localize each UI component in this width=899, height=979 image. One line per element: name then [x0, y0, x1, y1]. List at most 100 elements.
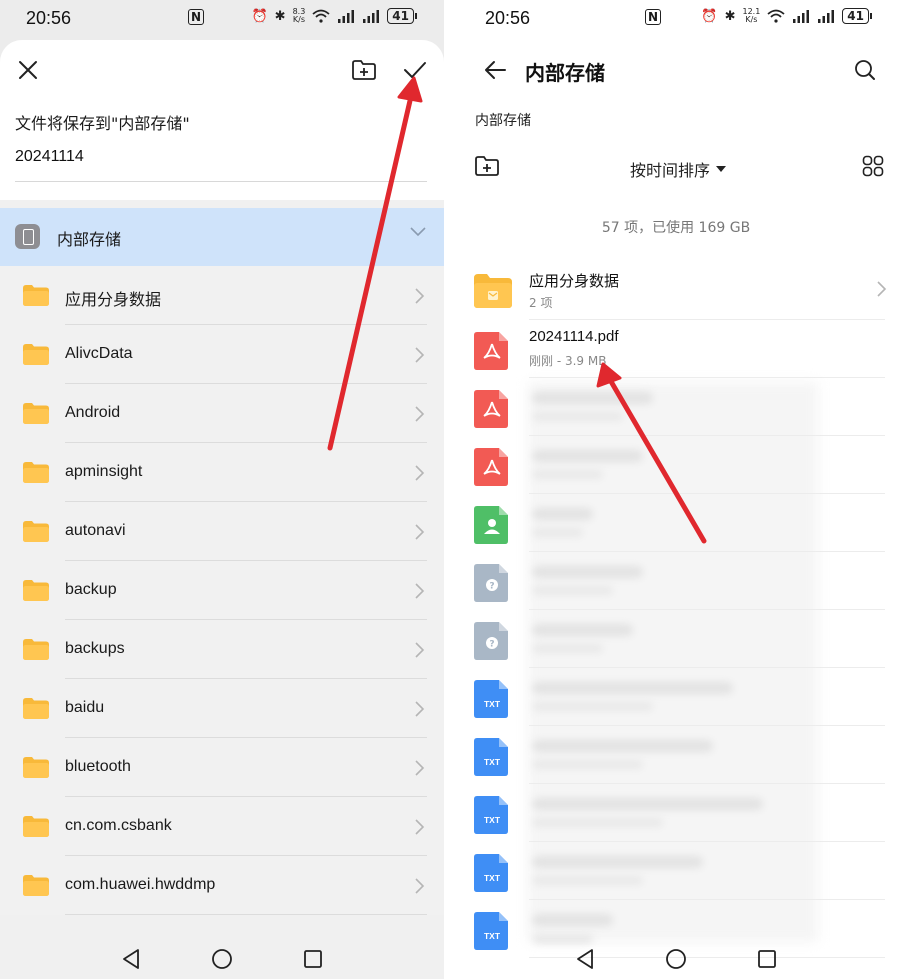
folder-icon [23, 403, 49, 424]
close-icon [19, 61, 37, 79]
status-time: 20:56 [26, 8, 72, 28]
folder-name: apminsight [65, 463, 143, 480]
folder-name: baidu [65, 699, 105, 716]
folder-icon [23, 698, 49, 719]
nav-recents-icon[interactable] [757, 949, 777, 969]
folder-row[interactable]: autonavi [0, 502, 444, 561]
folder-icon [23, 875, 49, 896]
nfc-icon: N [645, 9, 662, 25]
folder-row[interactable]: 应用分身数据 [0, 266, 444, 325]
search-button[interactable] [851, 56, 879, 84]
close-button[interactable] [14, 56, 42, 84]
nav-home-icon[interactable] [211, 948, 233, 970]
nav-home-icon[interactable] [665, 948, 687, 970]
folder-name: 应用分身数据 [65, 290, 162, 309]
folder-row[interactable]: baidu [0, 679, 444, 738]
caret-down-icon [716, 165, 727, 172]
back-button[interactable] [481, 56, 509, 84]
folder-row[interactable]: bluetooth [0, 738, 444, 797]
file-row[interactable]: 20241114.pdf 刚刚 - 3.9 MB [453, 320, 899, 378]
row-divider [65, 914, 427, 915]
sort-dropdown[interactable]: 按时间排序 [630, 157, 727, 181]
svg-text:TXT: TXT [484, 815, 501, 825]
search-icon [855, 60, 875, 80]
save-dialog-screen: 20:56 N ⏰ ✱ 8.3 K/s 41 文件将保存到"内部存储" 20241… [0, 0, 444, 979]
unknown-file-icon: ? [474, 622, 510, 660]
nav-bar [0, 939, 444, 979]
status-icons: ⏰ ✱ 8.3 K/s 41 [251, 7, 417, 24]
filename-input[interactable]: 20241114 [15, 148, 84, 166]
folder-row[interactable]: AlivcData [0, 325, 444, 384]
nfc-icon: N [188, 9, 205, 25]
contact-file-icon [474, 506, 510, 544]
folder-icon [23, 344, 49, 365]
file-meta: 2 项 [529, 296, 553, 310]
folder-icon [23, 757, 49, 778]
status-icons: ⏰ ✱ 12.1 K/s 41 [701, 8, 872, 24]
folder-name: backup [65, 581, 117, 598]
alarm-icon: ⏰ [251, 8, 268, 24]
check-icon [404, 62, 426, 78]
nav-back-icon[interactable] [121, 948, 141, 970]
folder-name: autonavi [65, 522, 126, 539]
signal-icon [338, 9, 355, 23]
folder-row[interactable]: com.huawei.hwddmp [0, 856, 444, 915]
grid-view-button[interactable] [859, 152, 887, 180]
folder-name: com.huawei.hwddmp [65, 876, 216, 893]
battery-icon: 41 [387, 8, 417, 24]
chevron-down-icon [410, 227, 426, 237]
breadcrumb[interactable]: 内部存储 [475, 110, 531, 130]
new-folder-icon [475, 156, 499, 176]
chevron-right-icon [415, 642, 425, 662]
grid-view-icon [862, 155, 884, 177]
storage-root-label: 内部存储 [57, 230, 122, 249]
folder-icon [23, 285, 49, 306]
new-folder-button[interactable] [473, 152, 501, 180]
folder-row[interactable]: apminsight [0, 443, 444, 502]
save-header: 文件将保存到"内部存储" 20241114 [0, 40, 444, 200]
folder-row[interactable]: backup [0, 561, 444, 620]
chevron-right-icon [415, 465, 425, 485]
save-location-text: 文件将保存到"内部存储" [15, 114, 190, 133]
save-sheet: 文件将保存到"内部存储" 20241114 内部存储 应用分身数据 AlivcDa… [0, 40, 444, 979]
folder-name: AlivcData [65, 345, 133, 362]
chevron-right-icon [415, 583, 425, 603]
storage-root-row[interactable]: 内部存储 [0, 208, 444, 266]
privacy-blur [528, 382, 818, 942]
folder-row[interactable]: Android [0, 384, 444, 443]
folder-row[interactable]: cn.com.csbank [0, 797, 444, 856]
signal-icon-2 [818, 9, 835, 23]
folder-name: backups [65, 640, 125, 657]
unknown-file-icon: ? [474, 564, 510, 602]
nav-recents-icon[interactable] [303, 949, 323, 969]
storage-summary: 57 项，已使用 169 GB [601, 220, 751, 236]
network-speed: 8.3 K/s [292, 7, 306, 24]
file-name: 20241114.pdf [529, 328, 619, 345]
folder-name: bluetooth [65, 758, 131, 775]
folder-icon [23, 816, 49, 837]
signal-icon-2 [363, 9, 380, 23]
status-bar: 20:56 N ⏰ ✱ 12.1 K/s 41 [453, 0, 899, 38]
phone-storage-icon [15, 224, 40, 249]
confirm-save-button[interactable] [400, 56, 430, 84]
svg-text:?: ? [489, 640, 494, 650]
svg-text:TXT: TXT [484, 757, 501, 767]
nav-back-icon[interactable] [575, 948, 595, 970]
chevron-right-icon [415, 288, 425, 308]
txt-file-icon: TXT [474, 738, 510, 776]
svg-text:TXT: TXT [484, 873, 501, 883]
folder-row[interactable]: 应用分身数据 2 项 [453, 262, 899, 320]
status-time: 20:56 [485, 8, 531, 28]
folder-row[interactable]: backups [0, 620, 444, 679]
chevron-right-icon [415, 701, 425, 721]
chevron-right-icon [415, 760, 425, 780]
status-bar: 20:56 N ⏰ ✱ 8.3 K/s 41 [0, 0, 444, 38]
folder-icon [474, 274, 512, 310]
new-folder-button[interactable] [350, 56, 378, 84]
back-arrow-icon [485, 61, 506, 79]
panel-divider [444, 0, 453, 979]
txt-file-icon: TXT [474, 680, 510, 718]
sort-label: 按时间排序 [630, 161, 711, 180]
folder-icon [23, 521, 49, 542]
new-folder-icon [352, 60, 376, 80]
